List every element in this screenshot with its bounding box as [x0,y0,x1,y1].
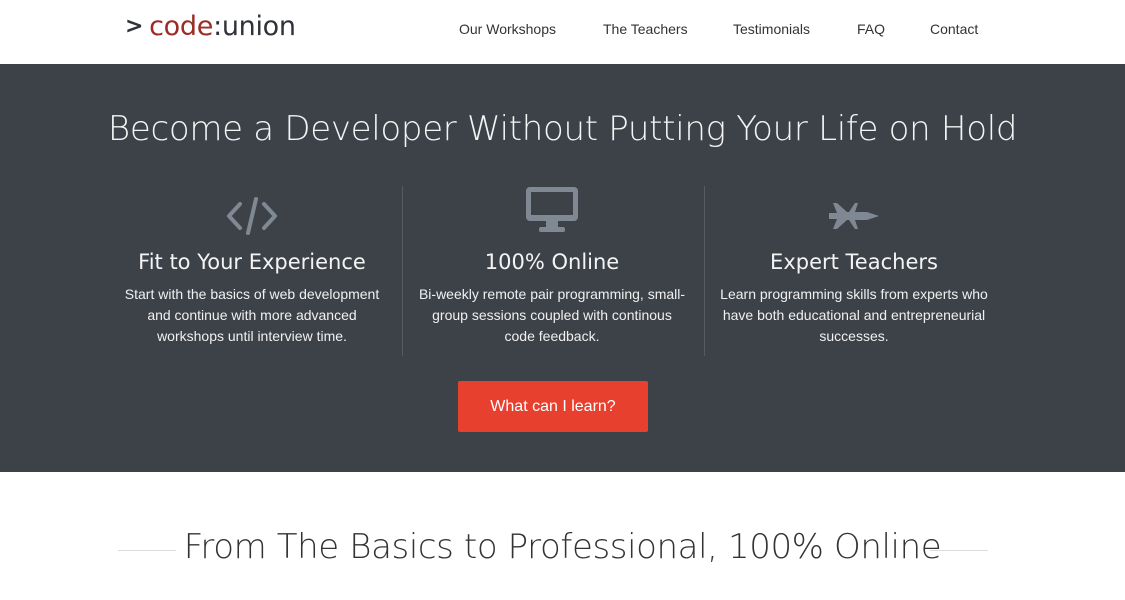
code-icon [102,186,402,246]
feature-title: Fit to Your Experience [138,250,366,274]
hero-title: Become a Developer Without Putting Your … [107,109,1018,149]
nav-faq[interactable]: FAQ [857,20,885,38]
feature-title: 100% Online [484,250,620,274]
site-header: > code:union Our Workshops The Teachers T… [0,0,1125,64]
feature-online: 100% Online Bi-weekly remote pair progra… [402,186,702,356]
fighter-jet-icon [704,186,1004,246]
feature-list: Fit to Your Experience Start with the ba… [102,186,1006,356]
feature-experience: Fit to Your Experience Start with the ba… [102,186,402,356]
main-nav: Our Workshops The Teachers Testimonials … [0,20,1125,40]
section-title: From The Basics to Professional, 100% On… [183,527,942,567]
monitor-icon [402,186,702,246]
feature-text: Start with the basics of web development… [124,286,380,344]
nav-contact[interactable]: Contact [930,20,978,38]
what-can-i-learn-button[interactable]: What can I learn? [458,381,648,432]
feature-teachers: Expert Teachers Learn programming skills… [704,186,1004,356]
feature-text: Learn programming skills from experts wh… [720,286,988,344]
feature-text: Bi-weekly remote pair programming, small… [418,286,686,344]
heading-rule-right [930,550,988,551]
nav-the-teachers[interactable]: The Teachers [603,20,688,38]
hero-section: Become a Developer Without Putting Your … [0,64,1125,472]
feature-title: Expert Teachers [770,250,938,274]
nav-our-workshops[interactable]: Our Workshops [459,20,556,38]
curriculum-section: From The Basics to Professional, 100% On… [0,472,1125,600]
nav-testimonials[interactable]: Testimonials [733,20,810,38]
